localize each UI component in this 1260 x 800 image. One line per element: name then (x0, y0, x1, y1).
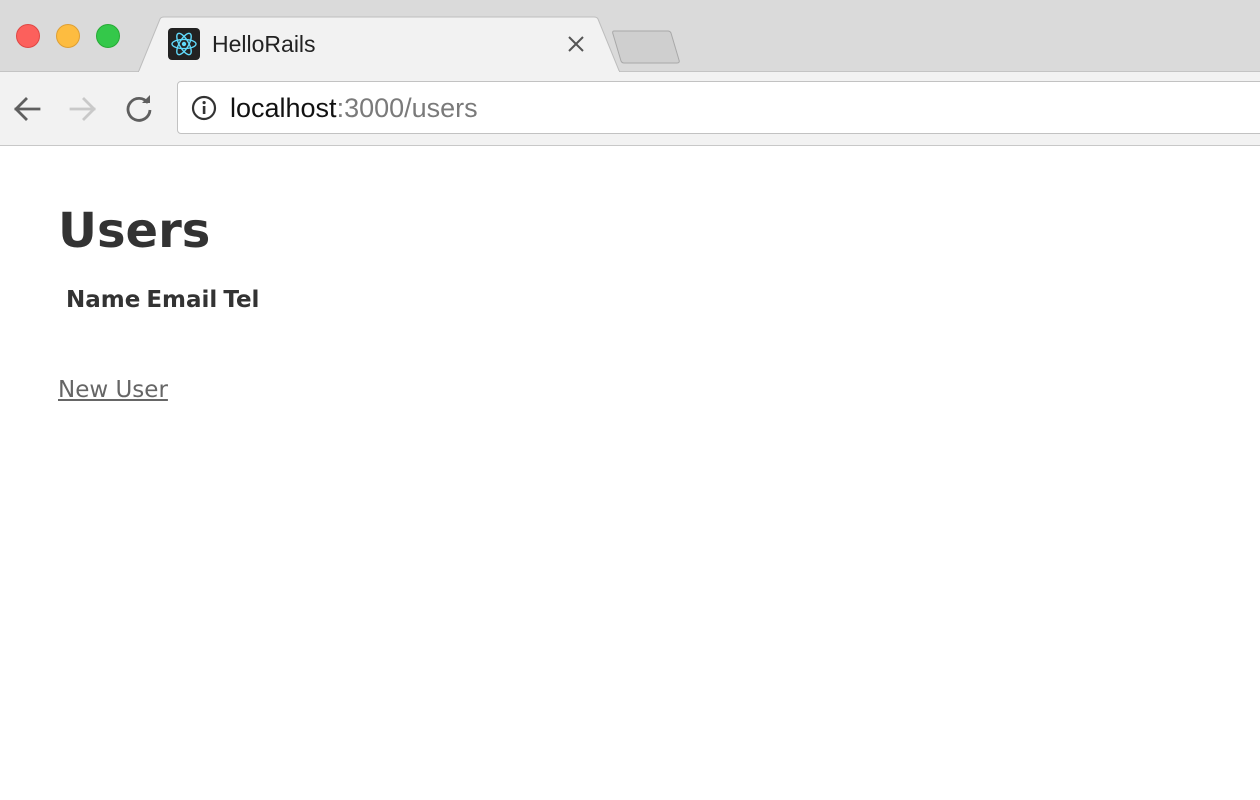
users-table: Name Email Tel (60, 285, 265, 315)
react-atom-icon (168, 28, 200, 60)
browser-window: HelloRails localhost:3000/users Users Na… (0, 0, 1260, 800)
column-header-name: Name (66, 287, 141, 313)
tab-title: HelloRails (212, 31, 316, 57)
reload-icon[interactable] (122, 92, 156, 126)
new-user-link[interactable]: New User (58, 377, 168, 403)
page-content: Users Name Email Tel New User (0, 147, 1260, 800)
tab-close-icon[interactable] (564, 32, 588, 56)
url-path: :3000/users (336, 93, 478, 123)
info-icon[interactable] (191, 95, 217, 121)
url-host: localhost (230, 93, 337, 123)
address-url[interactable]: localhost:3000/users (230, 92, 478, 124)
tab-strip: HelloRails (0, 0, 1260, 73)
tab-shape (138, 16, 620, 73)
forward-arrow-icon[interactable] (66, 92, 100, 126)
back-arrow-icon[interactable] (10, 92, 44, 126)
window-close-button[interactable] (16, 24, 40, 48)
page-title: Users (58, 203, 211, 259)
column-header-email: Email (146, 287, 218, 313)
tab-hellorails[interactable]: HelloRails (138, 16, 620, 73)
browser-toolbar: localhost:3000/users (0, 72, 1260, 146)
new-tab-button[interactable] (612, 30, 682, 64)
window-minimize-button[interactable] (56, 24, 80, 48)
column-header-tel: Tel (223, 287, 260, 313)
table-header-row: Name Email Tel (66, 287, 259, 313)
window-maximize-button[interactable] (96, 24, 120, 48)
address-bar[interactable]: localhost:3000/users (177, 81, 1260, 134)
